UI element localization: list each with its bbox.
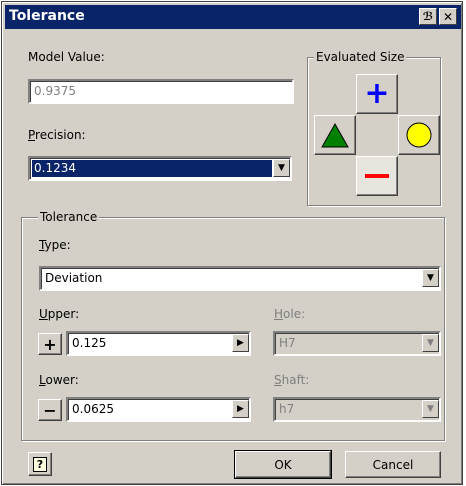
upper-label-rest: pper: xyxy=(47,307,80,321)
pin-icon: ℬ xyxy=(422,10,434,23)
plus-sign-icon: + xyxy=(43,334,57,354)
precision-label-accel: P xyxy=(28,128,36,142)
cancel-label: Cancel xyxy=(372,457,414,472)
ok-button[interactable]: OK xyxy=(234,450,332,479)
plus-icon: + xyxy=(364,76,390,111)
minus-icon xyxy=(365,174,389,178)
hole-label-rest: ole: xyxy=(283,307,306,321)
lower-value-field[interactable]: 0.0625 xyxy=(66,397,251,422)
lower-sign-button[interactable]: − xyxy=(38,399,62,421)
window-title: Tolerance xyxy=(9,8,85,24)
tolerance-dialog: Tolerance ℬ ✕ Model Value: 0.9375 Precis… xyxy=(1,1,463,485)
tolerance-group-label: Tolerance xyxy=(38,210,100,224)
hole-value: H7 xyxy=(279,336,296,350)
lower-label: Lower: xyxy=(39,373,79,387)
hole-dropdown-button: ▼ xyxy=(422,334,439,352)
help-button[interactable]: ? xyxy=(28,452,52,476)
ok-label: OK xyxy=(274,457,292,472)
cancel-button[interactable]: Cancel xyxy=(345,451,441,478)
evaluated-lower-button[interactable] xyxy=(356,156,398,196)
chevron-down-icon: ▼ xyxy=(427,338,434,348)
chevron-down-icon: ▼ xyxy=(427,273,434,283)
upper-label-accel: U xyxy=(39,307,48,321)
precision-selected-value: 0.1234 xyxy=(32,160,272,177)
close-icon: ✕ xyxy=(442,9,454,24)
help-pin-button[interactable]: ℬ xyxy=(419,8,437,25)
type-label-rest: ype: xyxy=(44,238,71,252)
lower-label-rest: ower: xyxy=(45,373,79,387)
evaluated-lower-limit-button[interactable] xyxy=(314,115,356,155)
shaft-label-accel: S xyxy=(274,373,282,387)
shaft-dropdown-button: ▼ xyxy=(422,400,439,418)
upper-arrow-button[interactable]: ▶ xyxy=(232,334,249,352)
type-combo[interactable]: Deviation xyxy=(39,266,441,291)
shaft-value: h7 xyxy=(279,402,295,416)
upper-sign-button[interactable]: + xyxy=(38,333,62,355)
lower-value: 0.0625 xyxy=(72,402,114,416)
upper-value: 0.125 xyxy=(72,336,107,350)
evaluated-center-cell xyxy=(356,115,398,155)
hole-label-accel: H xyxy=(274,307,284,321)
upper-label: Upper: xyxy=(39,307,79,321)
model-value-label: Model Value: xyxy=(28,50,105,64)
shaft-combo: h7 xyxy=(273,397,441,422)
hole-label: Hole: xyxy=(274,307,305,321)
circle-icon xyxy=(406,122,432,148)
precision-dropdown-button[interactable]: ▼ xyxy=(273,159,290,177)
model-value-text: 0.9375 xyxy=(34,84,76,98)
minus-sign-icon: − xyxy=(43,400,57,420)
evaluated-upper-limit-button[interactable] xyxy=(398,115,440,155)
chevron-down-icon: ▼ xyxy=(427,404,434,414)
evaluated-size-label: Evaluated Size xyxy=(314,50,407,64)
precision-label-rest: recision: xyxy=(35,128,86,142)
hole-combo: H7 xyxy=(273,331,441,356)
close-button[interactable]: ✕ xyxy=(439,8,457,25)
upper-value-field[interactable]: 0.125 xyxy=(66,331,251,356)
type-dropdown-button[interactable]: ▼ xyxy=(422,269,439,287)
chevron-right-icon: ▶ xyxy=(237,338,244,348)
lower-arrow-button[interactable]: ▶ xyxy=(232,400,249,418)
help-icon: ? xyxy=(32,456,48,472)
shaft-label-rest: haft: xyxy=(281,373,310,387)
triangle-icon xyxy=(321,122,349,148)
type-label: Type: xyxy=(39,238,71,252)
evaluated-upper-button[interactable]: + xyxy=(356,74,398,114)
chevron-right-icon: ▶ xyxy=(237,404,244,414)
precision-label: Precision: xyxy=(28,128,86,142)
type-value: Deviation xyxy=(45,271,103,285)
model-value-field: 0.9375 xyxy=(28,79,294,104)
title-bar[interactable]: Tolerance ℬ ✕ xyxy=(5,5,461,29)
shaft-label: Shaft: xyxy=(274,373,309,387)
precision-combo[interactable]: 0.1234 xyxy=(28,156,292,181)
chevron-down-icon: ▼ xyxy=(278,163,285,173)
